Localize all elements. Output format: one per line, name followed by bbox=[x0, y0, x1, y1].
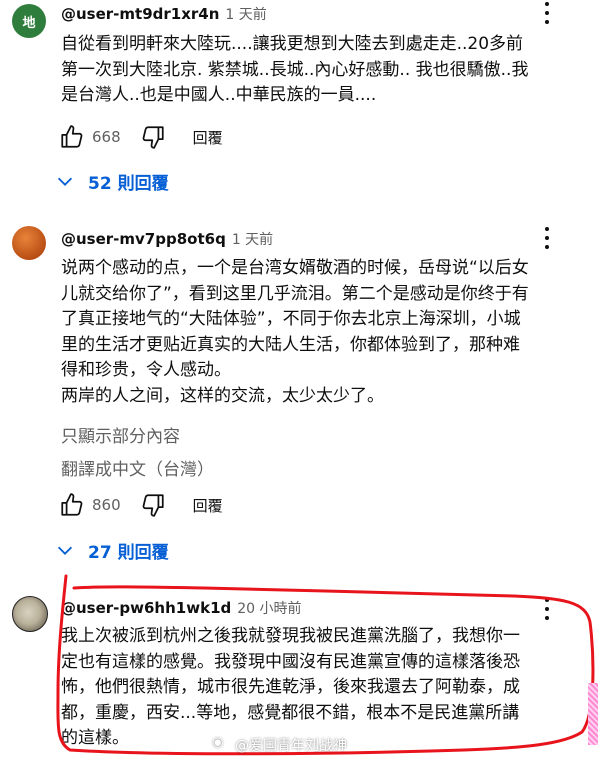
comment-time[interactable]: 1 天前 bbox=[232, 232, 273, 248]
comment-actions: 860 回覆 bbox=[58, 490, 223, 520]
reply-button[interactable]: 回覆 bbox=[193, 127, 223, 148]
replies-count-label: 52 則回覆 bbox=[88, 173, 169, 194]
replies-count-label: 27 則回覆 bbox=[88, 542, 169, 563]
more-options-icon[interactable] bbox=[537, 2, 557, 24]
weibo-logo-icon: ◉ bbox=[212, 735, 224, 750]
avatar[interactable] bbox=[12, 596, 48, 632]
view-replies-button[interactable]: 52 則回覆 bbox=[54, 167, 169, 195]
like-icon[interactable] bbox=[58, 491, 86, 519]
comment-text: 说两个感动的点，一个是台湾女婿敬酒的时候，岳母说“以后女 儿就交给你了”，看到这… bbox=[61, 258, 529, 406]
comment-time[interactable]: 20 小時前 bbox=[237, 601, 301, 617]
watermark: @爱国青年刘战神 bbox=[235, 738, 347, 754]
dislike-icon[interactable] bbox=[139, 123, 167, 151]
chevron-down-icon bbox=[57, 546, 73, 555]
comment-header: @user-mt9dr1xr4n 1 天前 bbox=[61, 4, 267, 24]
like-count: 860 bbox=[92, 496, 121, 514]
decorative-strip bbox=[588, 683, 598, 745]
comment-time[interactable]: 1 天前 bbox=[225, 7, 266, 23]
chevron-down-icon bbox=[57, 177, 73, 186]
like-count: 668 bbox=[92, 128, 121, 146]
dislike-icon[interactable] bbox=[139, 491, 167, 519]
more-options-icon[interactable] bbox=[537, 598, 557, 620]
comment-text: 自從看到明軒來大陸玩....讓我更想到大陸去到處走走..20多前 第一次到大陸北… bbox=[61, 34, 529, 105]
avatar[interactable]: 地 bbox=[12, 4, 46, 38]
more-options-icon[interactable] bbox=[537, 227, 557, 249]
comment-actions: 668 回覆 bbox=[58, 122, 223, 152]
reply-button[interactable]: 回覆 bbox=[193, 495, 223, 516]
translate-link[interactable]: 翻譯成中文（台灣） bbox=[61, 455, 214, 480]
avatar[interactable] bbox=[12, 226, 46, 260]
view-replies-button[interactable]: 27 則回覆 bbox=[54, 536, 169, 564]
comment-author[interactable]: @user-mv7pp8ot6q bbox=[61, 230, 226, 248]
like-icon[interactable] bbox=[58, 123, 86, 151]
comment-header: @user-mv7pp8ot6q 1 天前 bbox=[61, 229, 273, 249]
comment-author[interactable]: @user-mt9dr1xr4n bbox=[61, 5, 219, 23]
comment-text: 我上次被派到杭州之後我就發現我被民進黨洗腦了，我想你一 定也有這樣的感覺。我發現… bbox=[61, 626, 520, 748]
comment-header: @user-pw6hh1wk1d 20 小時前 bbox=[61, 598, 302, 618]
show-less-link[interactable]: 只顯示部分內容 bbox=[61, 422, 180, 447]
comment-author[interactable]: @user-pw6hh1wk1d bbox=[61, 599, 231, 617]
